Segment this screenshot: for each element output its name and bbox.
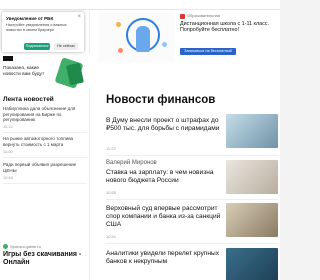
article-thumbnail[interactable] bbox=[226, 203, 278, 237]
ad-title[interactable]: Дистанционная школа с 1-11 класс. Попроб… bbox=[180, 21, 278, 34]
news-feed-time: 11:00 bbox=[3, 149, 13, 154]
ad-cta-button[interactable]: Записаться на бесплатный bbox=[180, 48, 236, 55]
article-author[interactable]: Валерий Миронов bbox=[106, 160, 157, 166]
divider bbox=[3, 157, 87, 158]
news-feed-item[interactable]: Ради первый объявил разрешение ЦЕНЫ bbox=[3, 162, 87, 173]
top-bar bbox=[0, 0, 280, 10]
ad-illustration[interactable] bbox=[98, 12, 174, 62]
news-feed-item[interactable]: На рынке автомоторного топлива вернуть с… bbox=[3, 136, 87, 147]
subscribe-button[interactable]: Подписаться bbox=[24, 43, 50, 50]
article-meta: 11:22 bbox=[106, 146, 116, 151]
page-title: Новости финансов bbox=[106, 94, 216, 106]
divider bbox=[106, 155, 278, 156]
divider bbox=[3, 183, 87, 184]
divider bbox=[106, 199, 278, 200]
news-feed-time: 10:54 bbox=[3, 175, 14, 180]
rbk-banner-text: Показано, какие новости вам будут bbox=[3, 66, 45, 77]
article-thumbnail[interactable] bbox=[226, 160, 278, 194]
news-feed-item[interactable]: Набиуллина дала объяснение для регулиров… bbox=[3, 106, 87, 123]
divider bbox=[3, 132, 87, 133]
article-title[interactable]: Аналитики увидели перелет крупных банков… bbox=[106, 250, 222, 266]
article-title[interactable]: В Думу внесли проект о штрафах до ₽500 т… bbox=[106, 117, 222, 133]
article-title[interactable]: Верховный суд впервые рассмотрит спор ко… bbox=[106, 205, 222, 229]
ad-title[interactable]: Игры без скачивания - Онлайн bbox=[3, 251, 87, 267]
rbk-logo bbox=[3, 56, 13, 61]
article-thumbnail[interactable] bbox=[226, 248, 278, 280]
popup-title: Уведомление от РБК bbox=[6, 16, 54, 21]
rbk-banner-illustration bbox=[52, 57, 88, 89]
divider bbox=[106, 243, 278, 244]
article-thumbnail[interactable] bbox=[226, 114, 278, 148]
ad-source: Образовательная bbox=[187, 13, 220, 18]
ad-source-icon bbox=[3, 244, 8, 249]
ad-source-icon bbox=[180, 14, 185, 19]
popup-text: Настройте уведомления о важных новостях … bbox=[6, 23, 67, 32]
close-icon[interactable]: × bbox=[77, 14, 81, 20]
ad-source: Sponsor-game.ru bbox=[10, 244, 41, 249]
article-title[interactable]: Ставка на зарплату: в чем новизна нового… bbox=[106, 169, 222, 185]
news-feed-title[interactable]: Лента новостей bbox=[3, 96, 54, 103]
notification-popup: Уведомление от РБК × Настройте уведомлен… bbox=[2, 12, 84, 52]
not-now-button[interactable]: Не сейчас bbox=[54, 43, 78, 50]
article-meta: 10:41 bbox=[106, 234, 117, 239]
news-feed-time: 11:12 bbox=[3, 124, 13, 129]
article-meta: 10:55 bbox=[106, 190, 117, 195]
page: Показано, какие новости вам будут Лента … bbox=[0, 0, 280, 280]
